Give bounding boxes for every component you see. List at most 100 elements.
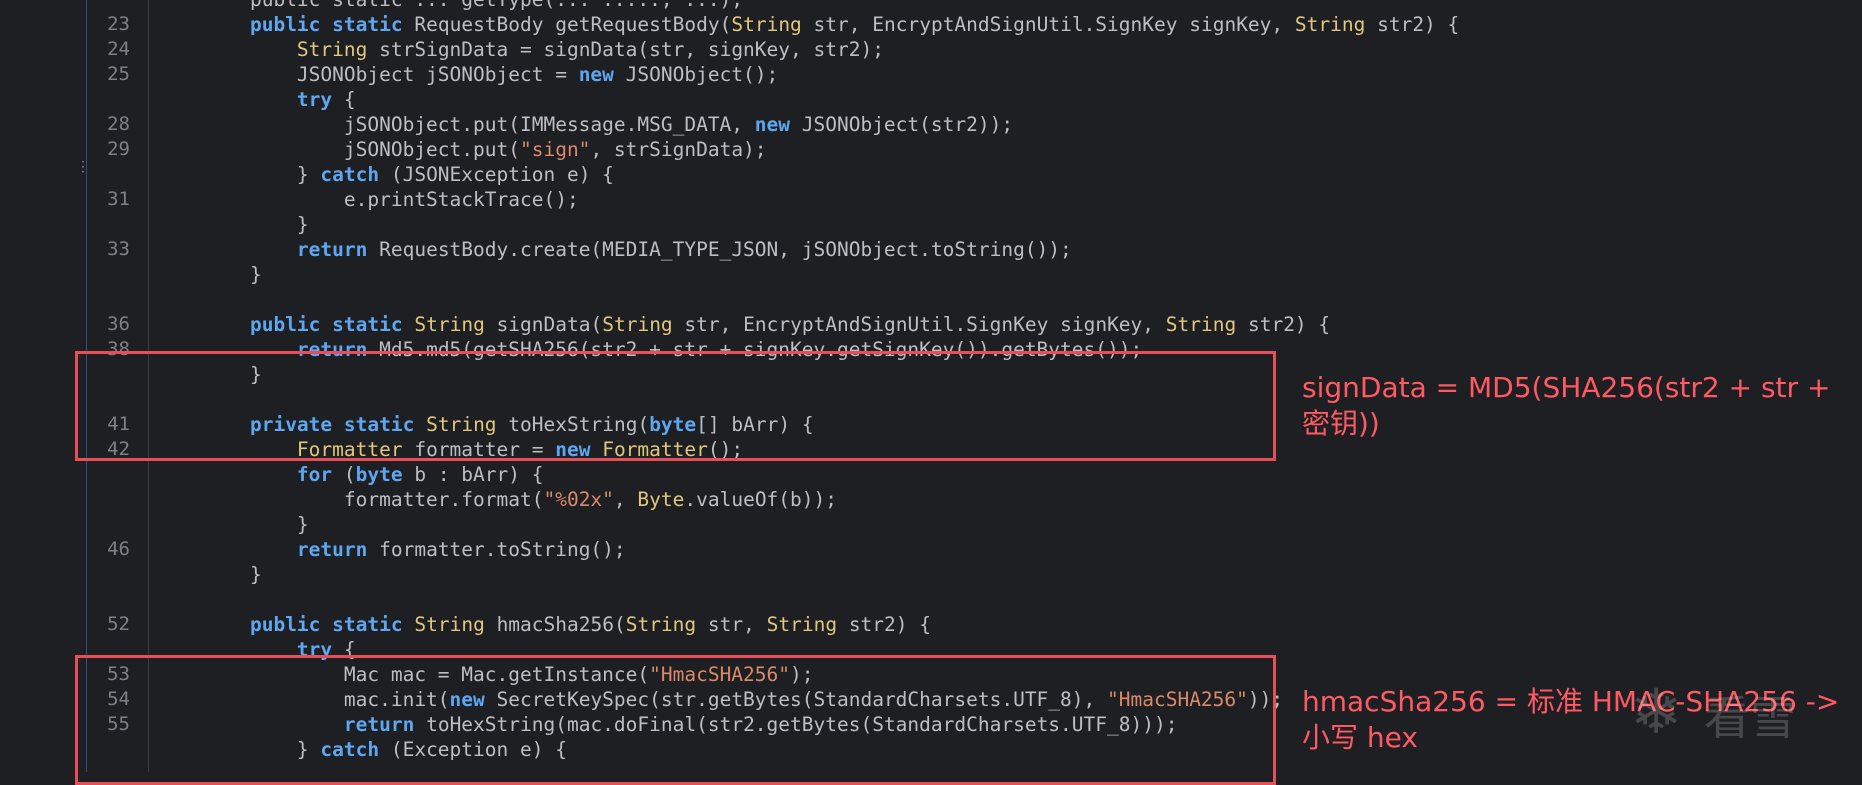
code-line[interactable]: for (byte b : bArr) { bbox=[0, 462, 1300, 487]
code-text: } bbox=[203, 562, 262, 587]
keyword-token: return bbox=[296, 538, 368, 561]
code-text: } bbox=[203, 512, 309, 537]
keyword-token: public bbox=[249, 13, 321, 36]
code-line[interactable]: 33 return RequestBody.create(MEDIA_TYPE_… bbox=[0, 237, 1300, 262]
code-text: return RequestBody.create(MEDIA_TYPE_JSO… bbox=[203, 237, 1072, 262]
line-number: 25 bbox=[107, 63, 130, 85]
line-number: 23 bbox=[107, 13, 130, 35]
keyword-token: static bbox=[332, 13, 403, 36]
code-line[interactable]: formatter.format("%02x", Byte.valueOf(b)… bbox=[0, 487, 1300, 512]
code-token: , bbox=[613, 488, 638, 511]
code-token: } bbox=[203, 513, 309, 536]
code-token: JSONObject(str2)); bbox=[790, 113, 1014, 136]
keyword-token: return bbox=[296, 238, 368, 261]
code-token: ( bbox=[332, 463, 356, 486]
line-number: 46 bbox=[107, 538, 130, 560]
type-token: String bbox=[414, 613, 485, 636]
code-token: } bbox=[203, 213, 309, 236]
code-text: JSONObject jSONObject = new JSONObject()… bbox=[203, 62, 778, 87]
code-token: hmacSha256( bbox=[484, 613, 626, 636]
code-token: { bbox=[332, 88, 356, 111]
code-token: formatter.toString(); bbox=[367, 538, 626, 561]
keyword-token: byte bbox=[355, 463, 403, 486]
code-line[interactable]: 25 JSONObject jSONObject = new JSONObjec… bbox=[0, 62, 1300, 87]
code-line[interactable] bbox=[0, 587, 1300, 612]
code-line[interactable]: } bbox=[0, 562, 1300, 587]
keyword-token: catch bbox=[320, 163, 380, 186]
code-text: jSONObject.put("sign", strSignData); bbox=[203, 137, 767, 162]
code-text: public static RequestBody getRequestBody… bbox=[203, 12, 1459, 37]
watermark: ❄ 看雪 bbox=[1630, 672, 1850, 752]
keyword-token: for bbox=[296, 463, 333, 486]
hmac-highlight-box bbox=[75, 655, 1276, 785]
code-line[interactable]: } bbox=[0, 212, 1300, 237]
code-token: JSONObject jSONObject = bbox=[203, 63, 579, 86]
code-line[interactable]: 46 return formatter.toString(); bbox=[0, 537, 1300, 562]
code-text: e.printStackTrace(); bbox=[203, 187, 579, 212]
type-token: String bbox=[1294, 13, 1366, 36]
code-line[interactable]: 23 public static RequestBody getRequestB… bbox=[0, 12, 1459, 37]
code-text: formatter.format("%02x", Byte.valueOf(b)… bbox=[203, 487, 837, 512]
code-token: b : bArr) { bbox=[402, 463, 544, 486]
type-token: String bbox=[625, 613, 697, 636]
line-number: 33 bbox=[107, 238, 130, 260]
code-line[interactable]: 24 String strSignData = signData(str, si… bbox=[0, 37, 1300, 62]
line-number: 29 bbox=[107, 138, 130, 160]
keyword-token: public bbox=[249, 613, 321, 636]
code-line[interactable]: 36 public static String signData(String … bbox=[0, 312, 1330, 337]
code-line[interactable]: } bbox=[0, 262, 1300, 287]
signdata-highlight-box bbox=[75, 351, 1276, 461]
code-token: str2) { bbox=[1365, 13, 1460, 36]
line-number: 52 bbox=[107, 613, 130, 635]
code-token: RequestBody.create(MEDIA_TYPE_JSON, jSON… bbox=[367, 238, 1072, 261]
code-token: } bbox=[203, 563, 262, 586]
code-text: } bbox=[203, 262, 262, 287]
type-token: String bbox=[414, 313, 485, 336]
keyword-token: new bbox=[754, 113, 791, 136]
code-line[interactable]: 28 jSONObject.put(IMMessage.MSG_DATA, ne… bbox=[0, 112, 1300, 137]
type-token: String bbox=[296, 38, 368, 61]
code-editor[interactable]: ⋮ public static ... getType(... ....., .… bbox=[0, 0, 1862, 785]
type-token: String bbox=[731, 13, 802, 36]
code-line[interactable]: try { bbox=[0, 87, 1300, 112]
code-line[interactable]: 52 public static String hmacSha256(Strin… bbox=[0, 612, 1300, 637]
code-token: str, bbox=[696, 613, 767, 636]
code-token: public static ... getType(... ....., ...… bbox=[203, 0, 743, 11]
code-line[interactable]: } catch (JSONException e) { bbox=[0, 162, 1300, 187]
code-text: try { bbox=[203, 87, 356, 112]
code-text: for (byte b : bArr) { bbox=[203, 462, 544, 487]
code-line[interactable] bbox=[0, 287, 1300, 312]
watermark-text: 看雪 bbox=[1704, 691, 1796, 745]
code-line[interactable]: 29 jSONObject.put("sign", strSignData); bbox=[0, 137, 1300, 162]
line-number: 28 bbox=[107, 113, 130, 135]
code-token: , strSignData); bbox=[590, 138, 767, 161]
code-text: } bbox=[203, 212, 309, 237]
line-number: 36 bbox=[107, 313, 130, 335]
code-token: (JSONException e) { bbox=[379, 163, 614, 186]
keyword-token: static bbox=[332, 613, 403, 636]
code-text: } catch (JSONException e) { bbox=[203, 162, 614, 187]
code-line[interactable]: public static ... getType(... ....., ...… bbox=[0, 0, 1300, 12]
code-token: .valueOf(b)); bbox=[684, 488, 837, 511]
string-token: "sign" bbox=[519, 138, 591, 161]
snowflake-icon: ❄ bbox=[1630, 675, 1682, 748]
type-token: String bbox=[1165, 313, 1237, 336]
code-token: str2) { bbox=[837, 613, 931, 636]
code-token: signData( bbox=[484, 313, 603, 336]
keyword-token: static bbox=[332, 313, 403, 336]
line-number: 24 bbox=[107, 38, 130, 60]
signdata-annotation: signData = MD5(SHA256(str2 + str + 密钥)) bbox=[1302, 371, 1831, 440]
code-token: formatter.format( bbox=[203, 488, 544, 511]
code-line[interactable]: } bbox=[0, 512, 1300, 537]
code-line[interactable]: 31 e.printStackTrace(); bbox=[0, 187, 1300, 212]
code-token: jSONObject.put(IMMessage.MSG_DATA, bbox=[203, 113, 755, 136]
